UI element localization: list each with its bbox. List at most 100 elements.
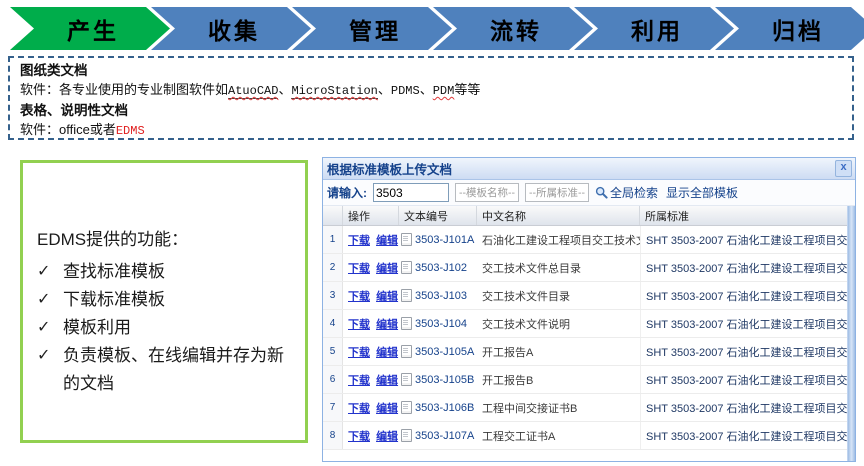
- edit-link[interactable]: 编辑: [376, 347, 398, 359]
- edit-link[interactable]: 编辑: [376, 319, 398, 331]
- row-actions: 下载 编辑: [343, 344, 399, 360]
- document-icon: [401, 317, 412, 330]
- row-actions: 下载 编辑: [343, 400, 399, 416]
- row-number: 4: [323, 310, 343, 337]
- table-row: 5 下载 编辑 3503-J105A 开工报告A SHT 3503-2007 石…: [323, 338, 855, 366]
- edit-link[interactable]: 编辑: [376, 375, 398, 387]
- search-input[interactable]: [373, 183, 449, 202]
- doc-code: 3503-J103: [415, 290, 467, 302]
- software-microstation: MicroStation: [291, 84, 377, 99]
- document-icon: [401, 373, 412, 386]
- download-link[interactable]: 下载: [348, 347, 370, 359]
- doc-code: 3503-J105A: [415, 346, 474, 358]
- edit-link[interactable]: 编辑: [376, 263, 398, 275]
- row-number: 6: [323, 366, 343, 393]
- software-atuocad: AtuoCAD: [228, 84, 278, 99]
- doc-standard: SHT 3503-2007 石油化工建设工程项目交工…: [640, 338, 855, 365]
- flow-step-archive: 归档: [715, 7, 864, 50]
- table-row: 7 下载 编辑 3503-J106B 工程中间交接证书B SHT 3503-20…: [323, 394, 855, 422]
- document-icon: [401, 289, 412, 302]
- software-pdm: PDM: [433, 84, 455, 98]
- doc-standard: SHT 3503-2007 石油化工建设工程项目交工…: [640, 422, 855, 449]
- download-link[interactable]: 下载: [348, 291, 370, 303]
- doc-name: 交工技术文件总目录: [477, 260, 640, 276]
- doc-code-cell: 3503-J102: [399, 261, 477, 274]
- edit-link[interactable]: 编辑: [376, 431, 398, 443]
- row-actions: 下载 编辑: [343, 372, 399, 388]
- document-icon: [401, 429, 412, 442]
- search-label: 请输入:: [327, 184, 367, 201]
- note-title-drawings: 图纸类文档: [20, 61, 842, 80]
- dialog-titlebar: 根据标准模板上传文档 x: [323, 158, 855, 180]
- doc-code: 3503-J101A: [415, 234, 474, 246]
- edms-features-title: EDMS提供的功能：: [37, 225, 299, 250]
- software-edms: EDMS: [116, 124, 145, 138]
- show-all-templates-button[interactable]: 显示全部模板: [666, 184, 738, 201]
- note-line-drawing-software: 软件：各专业使用的专业制图软件如AtuoCAD、MicroStation、PDM…: [20, 80, 842, 101]
- doc-code: 3503-J102: [415, 262, 467, 274]
- doc-code-cell: 3503-J104: [399, 317, 477, 330]
- download-link[interactable]: 下载: [348, 375, 370, 387]
- table-row: 6 下载 编辑 3503-J105B 开工报告B SHT 3503-2007 石…: [323, 366, 855, 394]
- doc-name: 交工技术文件目录: [477, 288, 640, 304]
- download-link[interactable]: 下载: [348, 263, 370, 275]
- download-link[interactable]: 下载: [348, 235, 370, 247]
- close-icon[interactable]: x: [835, 160, 852, 177]
- table-row: 1 下载 编辑 3503-J101A 石油化工建设工程项目交工技术文件封面A S…: [323, 226, 855, 254]
- doc-standard: SHT 3503-2007 石油化工建设工程项目交工…: [640, 310, 855, 337]
- edit-link[interactable]: 编辑: [376, 403, 398, 415]
- row-actions: 下载 编辑: [343, 260, 399, 276]
- header-rownum: [323, 206, 343, 225]
- download-link[interactable]: 下载: [348, 319, 370, 331]
- doc-code-cell: 3503-J103: [399, 289, 477, 302]
- row-actions: 下载 编辑: [343, 428, 399, 444]
- table-header: 操作 文本编号 中文名称 所属标准: [323, 206, 855, 226]
- doc-standard: SHT 3503-2007 石油化工建设工程项目交工…: [640, 282, 855, 309]
- note-title-forms: 表格、说明性文档: [20, 101, 842, 120]
- doc-code-cell: 3503-J106B: [399, 401, 477, 414]
- checkmark-icon: ✓: [37, 286, 63, 314]
- row-actions: 下载 编辑: [343, 232, 399, 248]
- checkmark-icon: ✓: [37, 342, 63, 398]
- header-doc-code: 文本编号: [399, 206, 477, 225]
- doc-name: 工程交工证书A: [477, 428, 640, 444]
- document-icon: [401, 401, 412, 414]
- edms-feature-item: ✓ 负责模板、在线编辑并存为新的文档: [37, 342, 299, 398]
- table-row: 2 下载 编辑 3503-J102 交工技术文件总目录 SHT 3503-200…: [323, 254, 855, 282]
- flow-step-produce: 产生: [10, 7, 170, 50]
- document-icon: [401, 261, 412, 274]
- process-flow: 产生 收集 管理 流转 利用 归档: [10, 7, 864, 50]
- template-upload-dialog: 根据标准模板上传文档 x 请输入: --模板名称-- --所属标准-- 全局检索…: [322, 157, 856, 462]
- row-number: 7: [323, 394, 343, 421]
- doc-code: 3503-J106B: [415, 402, 474, 414]
- doc-name: 石油化工建设工程项目交工技术文件封面A: [477, 232, 640, 248]
- doc-code-cell: 3503-J107A: [399, 429, 477, 442]
- software-pdms: PDMS: [391, 84, 420, 98]
- edms-features-box: EDMS提供的功能： ✓ 查找标准模板 ✓ 下载标准模板 ✓ 模板利用 ✓ 负责…: [20, 160, 308, 443]
- edit-link[interactable]: 编辑: [376, 235, 398, 247]
- table-row: 3 下载 编辑 3503-J103 交工技术文件目录 SHT 3503-2007…: [323, 282, 855, 310]
- template-name-filter[interactable]: --模板名称--: [455, 183, 519, 202]
- edms-feature-item: ✓ 查找标准模板: [37, 258, 299, 286]
- table-row: 8 下载 编辑 3503-J107A 工程交工证书A SHT 3503-2007…: [323, 422, 855, 450]
- download-link[interactable]: 下载: [348, 431, 370, 443]
- doc-name: 开工报告B: [477, 372, 640, 388]
- row-actions: 下载 编辑: [343, 288, 399, 304]
- flow-step-collect: 收集: [151, 7, 311, 50]
- standard-filter[interactable]: --所属标准--: [525, 183, 589, 202]
- header-standard: 所属标准: [640, 206, 855, 225]
- search-toolbar: 请输入: --模板名称-- --所属标准-- 全局检索 显示全部模板: [323, 180, 855, 206]
- note-line-office-software: 软件：office或者EDMS: [20, 120, 842, 141]
- global-search-button[interactable]: 全局检索: [595, 184, 658, 201]
- document-type-note: 图纸类文档 软件：各专业使用的专业制图软件如AtuoCAD、MicroStati…: [8, 56, 854, 140]
- slide-canvas: 产生 收集 管理 流转 利用 归档 图纸类文档 软件：各专业使用的专业制图软件如…: [0, 0, 864, 466]
- doc-standard: SHT 3503-2007 石油化工建设工程项目交工…: [640, 226, 855, 253]
- edit-link[interactable]: 编辑: [376, 291, 398, 303]
- flow-step-manage: 管理: [292, 7, 452, 50]
- dialog-title: 根据标准模板上传文档: [327, 159, 835, 178]
- flow-step-circulate: 流转: [433, 7, 593, 50]
- download-link[interactable]: 下载: [348, 403, 370, 415]
- flow-step-use: 利用: [574, 7, 734, 50]
- vertical-scrollbar[interactable]: [847, 206, 855, 461]
- doc-code: 3503-J104: [415, 318, 467, 330]
